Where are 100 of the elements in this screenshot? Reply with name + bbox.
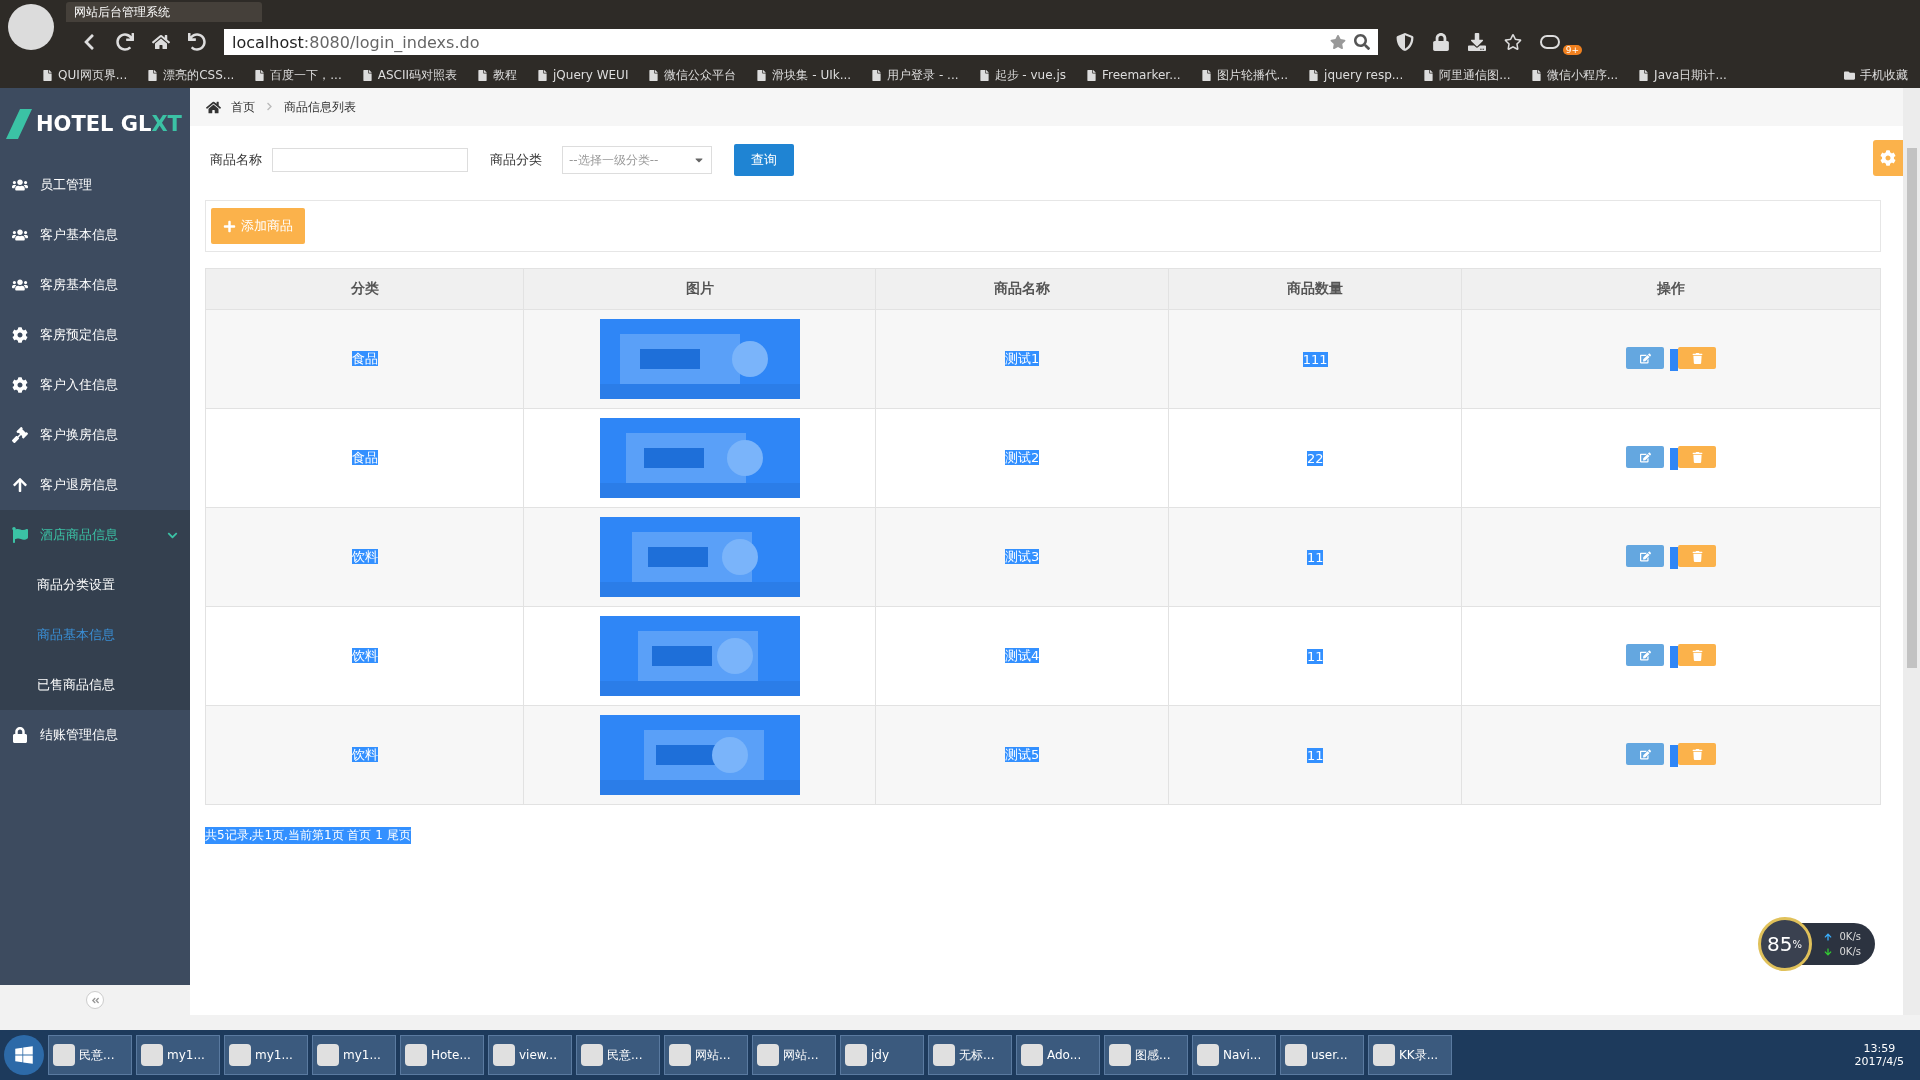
taskbar-button[interactable]: my1... xyxy=(312,1035,396,1075)
bookmark-folder[interactable]: 手机收藏 xyxy=(1860,66,1920,84)
taskbar-button[interactable]: KK录... xyxy=(1368,1035,1452,1075)
bookmark-link[interactable]: 微信公众平台 xyxy=(664,66,737,84)
sidebar-item[interactable]: 酒店商品信息 xyxy=(0,510,190,560)
sidebar-item[interactable]: 客房基本信息 xyxy=(0,260,190,310)
menu-icon xyxy=(12,477,28,493)
sidebar-item[interactable]: 结账管理信息 xyxy=(0,710,190,760)
start-button[interactable] xyxy=(4,1035,44,1075)
edit-icon xyxy=(1639,748,1651,760)
browser-tab[interactable]: 网站后台管理系统 xyxy=(66,2,262,22)
delete-button[interactable] xyxy=(1678,347,1717,370)
search-button[interactable]: 查询 xyxy=(734,144,794,176)
app-icon xyxy=(53,1044,75,1066)
lock-icon[interactable] xyxy=(1432,33,1450,51)
address-text: localhost:8080/login_indexs.do xyxy=(232,32,480,52)
app-icon xyxy=(229,1044,251,1066)
taskbar-button[interactable]: 网站... xyxy=(752,1035,836,1075)
star-icon[interactable] xyxy=(1504,33,1522,51)
notification-badge: 9+ xyxy=(1562,45,1582,55)
delete-button[interactable] xyxy=(1678,545,1717,568)
sidebar-subitem[interactable]: 商品分类设置 xyxy=(0,560,190,610)
bookmark-link[interactable]: 图片轮播代... xyxy=(1216,66,1289,84)
download-icon[interactable] xyxy=(1468,33,1486,51)
taskbar-button[interactable]: user... xyxy=(1280,1035,1364,1075)
home-icon[interactable] xyxy=(206,99,221,115)
breadcrumb-item[interactable]: 首页 xyxy=(231,98,255,116)
download-rate: 0K/s xyxy=(1839,946,1861,957)
taskbar-button[interactable]: 网站... xyxy=(664,1035,748,1075)
bookmark-link[interactable]: 起步 - vue.js xyxy=(994,66,1066,84)
taskbar-button[interactable]: jdy xyxy=(840,1035,924,1075)
taskbar-button[interactable]: Navi... xyxy=(1192,1035,1276,1075)
page-icon xyxy=(978,69,990,81)
page-icon xyxy=(871,69,883,81)
bookmark-link[interactable]: 滑块集 - UIk... xyxy=(772,66,852,84)
bookmark-link[interactable]: Java日期计... xyxy=(1654,66,1727,84)
bookmark-link[interactable]: ASCII码对照表 xyxy=(377,66,458,84)
delete-button[interactable] xyxy=(1678,644,1717,667)
sidebar-subitem[interactable]: 已售商品信息 xyxy=(0,660,190,710)
sidebar-item[interactable]: 员工管理 xyxy=(0,160,190,210)
star-icon[interactable] xyxy=(1330,34,1346,50)
table-cell: 饮料 xyxy=(351,648,378,663)
sidebar-item[interactable]: 客户退房信息 xyxy=(0,460,190,510)
page-icon xyxy=(477,69,489,81)
controller-icon[interactable] xyxy=(1540,35,1560,49)
bookmark-link[interactable]: 用户登录 - ... xyxy=(887,66,959,84)
bookmark-link[interactable]: 教程 xyxy=(493,66,518,84)
edit-button[interactable] xyxy=(1626,644,1665,667)
bookmark-link[interactable]: Freemarker... xyxy=(1101,68,1181,82)
bookmark-link[interactable]: QUI网页界... xyxy=(58,66,128,84)
app-icon xyxy=(141,1044,163,1066)
scrollbar-thumb[interactable] xyxy=(1906,148,1917,668)
input-field[interactable] xyxy=(272,148,468,172)
app-icon xyxy=(1109,1044,1131,1066)
address-bar[interactable]: localhost:8080/login_indexs.do xyxy=(224,29,1378,55)
table-cell: 111 xyxy=(1302,352,1328,367)
bookmark-link[interactable]: 百度一下，... xyxy=(270,66,342,84)
collapse-button[interactable] xyxy=(86,991,104,1009)
delete-button[interactable] xyxy=(1678,446,1717,469)
taskbar-clock[interactable]: 13:59 2017/4/5 xyxy=(1854,1042,1920,1068)
home-icon[interactable] xyxy=(152,33,170,51)
menu-icon xyxy=(12,377,28,393)
bookmark-link[interactable]: 漂亮的CSS... xyxy=(163,66,235,84)
bookmark-link[interactable]: jQuery WEUI xyxy=(553,68,629,82)
sidebar-item[interactable]: 客户换房信息 xyxy=(0,410,190,460)
menu-icon xyxy=(12,177,28,193)
edit-button[interactable] xyxy=(1626,347,1665,370)
taskbar-button[interactable]: Ado... xyxy=(1016,1035,1100,1075)
page-icon xyxy=(1085,69,1097,81)
trash-icon xyxy=(1691,748,1703,760)
sidebar-item[interactable]: 客房预定信息 xyxy=(0,310,190,360)
sidebar-item[interactable]: 客户基本信息 xyxy=(0,210,190,260)
edit-icon xyxy=(1639,451,1651,463)
taskbar-button[interactable]: my1... xyxy=(136,1035,220,1075)
edit-button[interactable] xyxy=(1626,545,1665,568)
taskbar-button[interactable]: 民意... xyxy=(576,1035,660,1075)
taskbar-button[interactable]: my1... xyxy=(224,1035,308,1075)
taskbar-button[interactable]: 图感... xyxy=(1104,1035,1188,1075)
menu-icon xyxy=(12,277,28,293)
app-icon xyxy=(1373,1044,1395,1066)
taskbar-button[interactable]: view... xyxy=(488,1035,572,1075)
edit-button[interactable] xyxy=(1626,446,1665,469)
delete-button[interactable] xyxy=(1678,743,1717,766)
settings-tab[interactable] xyxy=(1873,140,1903,176)
field-label: 商品名称 xyxy=(210,151,262,169)
taskbar-button[interactable]: 民意... xyxy=(48,1035,132,1075)
bookmark-link[interactable]: jquery resp... xyxy=(1324,68,1404,82)
table-cell: 11 xyxy=(1306,649,1324,664)
bookmark-link[interactable]: 微信小程序... xyxy=(1546,66,1619,84)
user-avatar[interactable] xyxy=(8,4,54,50)
reload-icon[interactable] xyxy=(116,33,134,51)
bookmark-link[interactable]: 阿里通信图... xyxy=(1439,66,1511,84)
search-icon[interactable] xyxy=(1354,34,1370,50)
edit-button[interactable] xyxy=(1626,743,1665,766)
sidebar-item[interactable]: 客户入住信息 xyxy=(0,360,190,410)
undo-icon[interactable] xyxy=(188,33,206,51)
taskbar-button[interactable]: Hote... xyxy=(400,1035,484,1075)
taskbar-button[interactable]: 无标... xyxy=(928,1035,1012,1075)
shield-icon[interactable] xyxy=(1396,33,1414,51)
app-icon xyxy=(405,1044,427,1066)
